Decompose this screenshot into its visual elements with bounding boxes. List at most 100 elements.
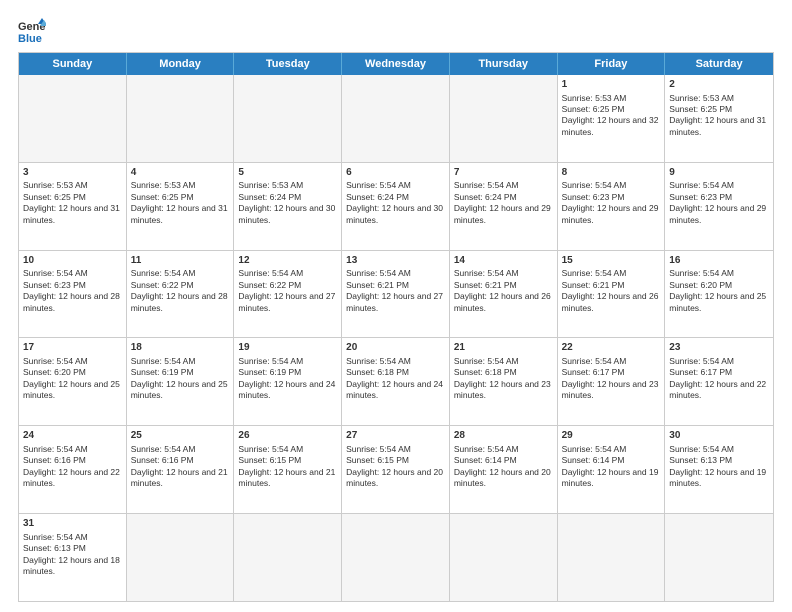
day-number: 21	[454, 341, 553, 355]
daylight: Daylight: 12 hours and 32 minutes.	[562, 115, 659, 136]
sunrise: Sunrise: 5:54 AM	[669, 268, 734, 278]
sunrise: Sunrise: 5:54 AM	[454, 268, 519, 278]
sunset: Sunset: 6:25 PM	[131, 192, 194, 202]
sunrise: Sunrise: 5:53 AM	[562, 93, 627, 103]
svg-text:Blue: Blue	[18, 33, 42, 44]
daylight: Daylight: 12 hours and 25 minutes.	[131, 379, 228, 400]
day-number: 18	[131, 341, 230, 355]
day-number: 6	[346, 166, 445, 180]
calendar-cell: 6Sunrise: 5:54 AMSunset: 6:24 PMDaylight…	[342, 163, 450, 250]
sunrise: Sunrise: 5:53 AM	[23, 180, 88, 190]
sunset: Sunset: 6:14 PM	[562, 455, 625, 465]
day-number: 28	[454, 429, 553, 443]
daylight: Daylight: 12 hours and 25 minutes.	[669, 291, 766, 312]
day-number: 29	[562, 429, 661, 443]
calendar-header-cell: Wednesday	[342, 53, 450, 75]
day-number: 26	[238, 429, 337, 443]
calendar-header-cell: Tuesday	[234, 53, 342, 75]
daylight: Daylight: 12 hours and 19 minutes.	[562, 467, 659, 488]
calendar-row: 1Sunrise: 5:53 AMSunset: 6:25 PMDaylight…	[19, 75, 773, 163]
daylight: Daylight: 12 hours and 22 minutes.	[23, 467, 120, 488]
calendar-cell: 13Sunrise: 5:54 AMSunset: 6:21 PMDayligh…	[342, 251, 450, 338]
sunrise: Sunrise: 5:54 AM	[238, 268, 303, 278]
day-number: 9	[669, 166, 769, 180]
day-number: 10	[23, 254, 122, 268]
calendar-row: 3Sunrise: 5:53 AMSunset: 6:25 PMDaylight…	[19, 163, 773, 251]
calendar: SundayMondayTuesdayWednesdayThursdayFrid…	[18, 52, 774, 602]
calendar-cell	[19, 75, 127, 162]
sunset: Sunset: 6:17 PM	[562, 367, 625, 377]
day-number: 11	[131, 254, 230, 268]
sunset: Sunset: 6:14 PM	[454, 455, 517, 465]
sunset: Sunset: 6:23 PM	[562, 192, 625, 202]
sunset: Sunset: 6:21 PM	[562, 280, 625, 290]
daylight: Daylight: 12 hours and 25 minutes.	[23, 379, 120, 400]
calendar-row: 10Sunrise: 5:54 AMSunset: 6:23 PMDayligh…	[19, 251, 773, 339]
day-number: 25	[131, 429, 230, 443]
sunset: Sunset: 6:17 PM	[669, 367, 732, 377]
day-number: 12	[238, 254, 337, 268]
calendar-cell: 18Sunrise: 5:54 AMSunset: 6:19 PMDayligh…	[127, 338, 235, 425]
daylight: Daylight: 12 hours and 29 minutes.	[454, 203, 551, 224]
calendar-header-cell: Sunday	[19, 53, 127, 75]
calendar-cell: 4Sunrise: 5:53 AMSunset: 6:25 PMDaylight…	[127, 163, 235, 250]
daylight: Daylight: 12 hours and 26 minutes.	[562, 291, 659, 312]
sunrise: Sunrise: 5:53 AM	[131, 180, 196, 190]
sunset: Sunset: 6:18 PM	[454, 367, 517, 377]
header: General Blue	[18, 16, 774, 44]
calendar-header-cell: Saturday	[665, 53, 773, 75]
calendar-cell: 30Sunrise: 5:54 AMSunset: 6:13 PMDayligh…	[665, 426, 773, 513]
daylight: Daylight: 12 hours and 28 minutes.	[23, 291, 120, 312]
sunrise: Sunrise: 5:54 AM	[23, 444, 88, 454]
daylight: Daylight: 12 hours and 30 minutes.	[238, 203, 335, 224]
sunset: Sunset: 6:16 PM	[131, 455, 194, 465]
sunrise: Sunrise: 5:54 AM	[562, 356, 627, 366]
daylight: Daylight: 12 hours and 20 minutes.	[346, 467, 443, 488]
sunrise: Sunrise: 5:54 AM	[238, 356, 303, 366]
calendar-cell	[342, 75, 450, 162]
day-number: 3	[23, 166, 122, 180]
day-number: 22	[562, 341, 661, 355]
calendar-row: 24Sunrise: 5:54 AMSunset: 6:16 PMDayligh…	[19, 426, 773, 514]
sunrise: Sunrise: 5:54 AM	[454, 444, 519, 454]
day-number: 13	[346, 254, 445, 268]
sunset: Sunset: 6:13 PM	[669, 455, 732, 465]
sunrise: Sunrise: 5:54 AM	[238, 444, 303, 454]
daylight: Daylight: 12 hours and 23 minutes.	[454, 379, 551, 400]
sunset: Sunset: 6:21 PM	[346, 280, 409, 290]
sunrise: Sunrise: 5:53 AM	[238, 180, 303, 190]
day-number: 4	[131, 166, 230, 180]
day-number: 19	[238, 341, 337, 355]
calendar-cell: 9Sunrise: 5:54 AMSunset: 6:23 PMDaylight…	[665, 163, 773, 250]
calendar-cell: 31Sunrise: 5:54 AMSunset: 6:13 PMDayligh…	[19, 514, 127, 601]
calendar-cell: 27Sunrise: 5:54 AMSunset: 6:15 PMDayligh…	[342, 426, 450, 513]
daylight: Daylight: 12 hours and 21 minutes.	[238, 467, 335, 488]
day-number: 16	[669, 254, 769, 268]
sunset: Sunset: 6:25 PM	[669, 104, 732, 114]
sunrise: Sunrise: 5:54 AM	[669, 180, 734, 190]
daylight: Daylight: 12 hours and 26 minutes.	[454, 291, 551, 312]
sunrise: Sunrise: 5:54 AM	[454, 356, 519, 366]
calendar-cell	[234, 514, 342, 601]
sunset: Sunset: 6:13 PM	[23, 543, 86, 553]
sunset: Sunset: 6:23 PM	[23, 280, 86, 290]
calendar-cell: 7Sunrise: 5:54 AMSunset: 6:24 PMDaylight…	[450, 163, 558, 250]
daylight: Daylight: 12 hours and 20 minutes.	[454, 467, 551, 488]
day-number: 2	[669, 78, 769, 92]
calendar-row: 17Sunrise: 5:54 AMSunset: 6:20 PMDayligh…	[19, 338, 773, 426]
calendar-header-cell: Friday	[558, 53, 666, 75]
calendar-cell: 22Sunrise: 5:54 AMSunset: 6:17 PMDayligh…	[558, 338, 666, 425]
daylight: Daylight: 12 hours and 27 minutes.	[346, 291, 443, 312]
calendar-cell: 26Sunrise: 5:54 AMSunset: 6:15 PMDayligh…	[234, 426, 342, 513]
logo-icon: General Blue	[18, 16, 46, 44]
daylight: Daylight: 12 hours and 28 minutes.	[131, 291, 228, 312]
sunrise: Sunrise: 5:54 AM	[131, 356, 196, 366]
day-number: 30	[669, 429, 769, 443]
day-number: 7	[454, 166, 553, 180]
sunrise: Sunrise: 5:54 AM	[346, 444, 411, 454]
sunrise: Sunrise: 5:54 AM	[562, 444, 627, 454]
sunset: Sunset: 6:16 PM	[23, 455, 86, 465]
calendar-header: SundayMondayTuesdayWednesdayThursdayFrid…	[19, 53, 773, 75]
sunrise: Sunrise: 5:54 AM	[23, 532, 88, 542]
day-number: 15	[562, 254, 661, 268]
